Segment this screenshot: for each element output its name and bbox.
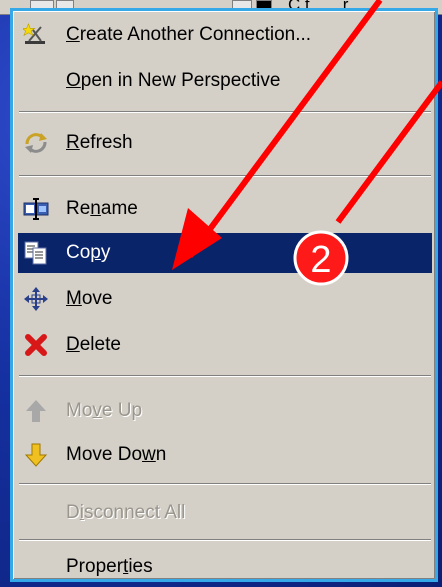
arrow-up-icon <box>22 397 50 425</box>
refresh-icon <box>22 129 50 157</box>
arrow-down-icon <box>22 441 50 469</box>
screenshot-stage: C t ... , r , Create Another Connection.… <box>0 0 442 587</box>
copy-icon <box>22 239 50 267</box>
menu-separator <box>19 483 431 485</box>
menu-item-properties[interactable]: Properties <box>18 547 432 587</box>
menu-item-move-down[interactable]: Move Down <box>18 435 432 475</box>
menu-separator <box>19 539 431 541</box>
menu-separator <box>19 111 431 113</box>
menu-item-create-another-connection[interactable]: Create Another Connection... <box>18 15 432 55</box>
menu-item-move-up[interactable]: Move Up <box>18 391 432 431</box>
menu-item-move[interactable]: Move <box>18 279 432 319</box>
menu-item-open-in-new-perspective[interactable]: Open in New Perspective <box>18 61 432 101</box>
menu-item-refresh[interactable]: Refresh <box>18 123 432 163</box>
menu-separator <box>19 375 431 377</box>
menu-item-rename[interactable]: Rename <box>18 189 432 229</box>
menu-item-delete[interactable]: Delete <box>18 325 432 365</box>
context-menu: Create Another Connection... Open in New… <box>10 8 438 582</box>
menu-item-copy[interactable]: Copy <box>18 233 432 273</box>
menu-separator <box>19 175 431 177</box>
new-connection-icon <box>22 21 50 49</box>
rename-icon <box>22 195 50 223</box>
menu-item-disconnect-all[interactable]: Disconnect All <box>18 493 432 533</box>
delete-icon <box>22 331 50 359</box>
move-icon <box>22 285 50 313</box>
